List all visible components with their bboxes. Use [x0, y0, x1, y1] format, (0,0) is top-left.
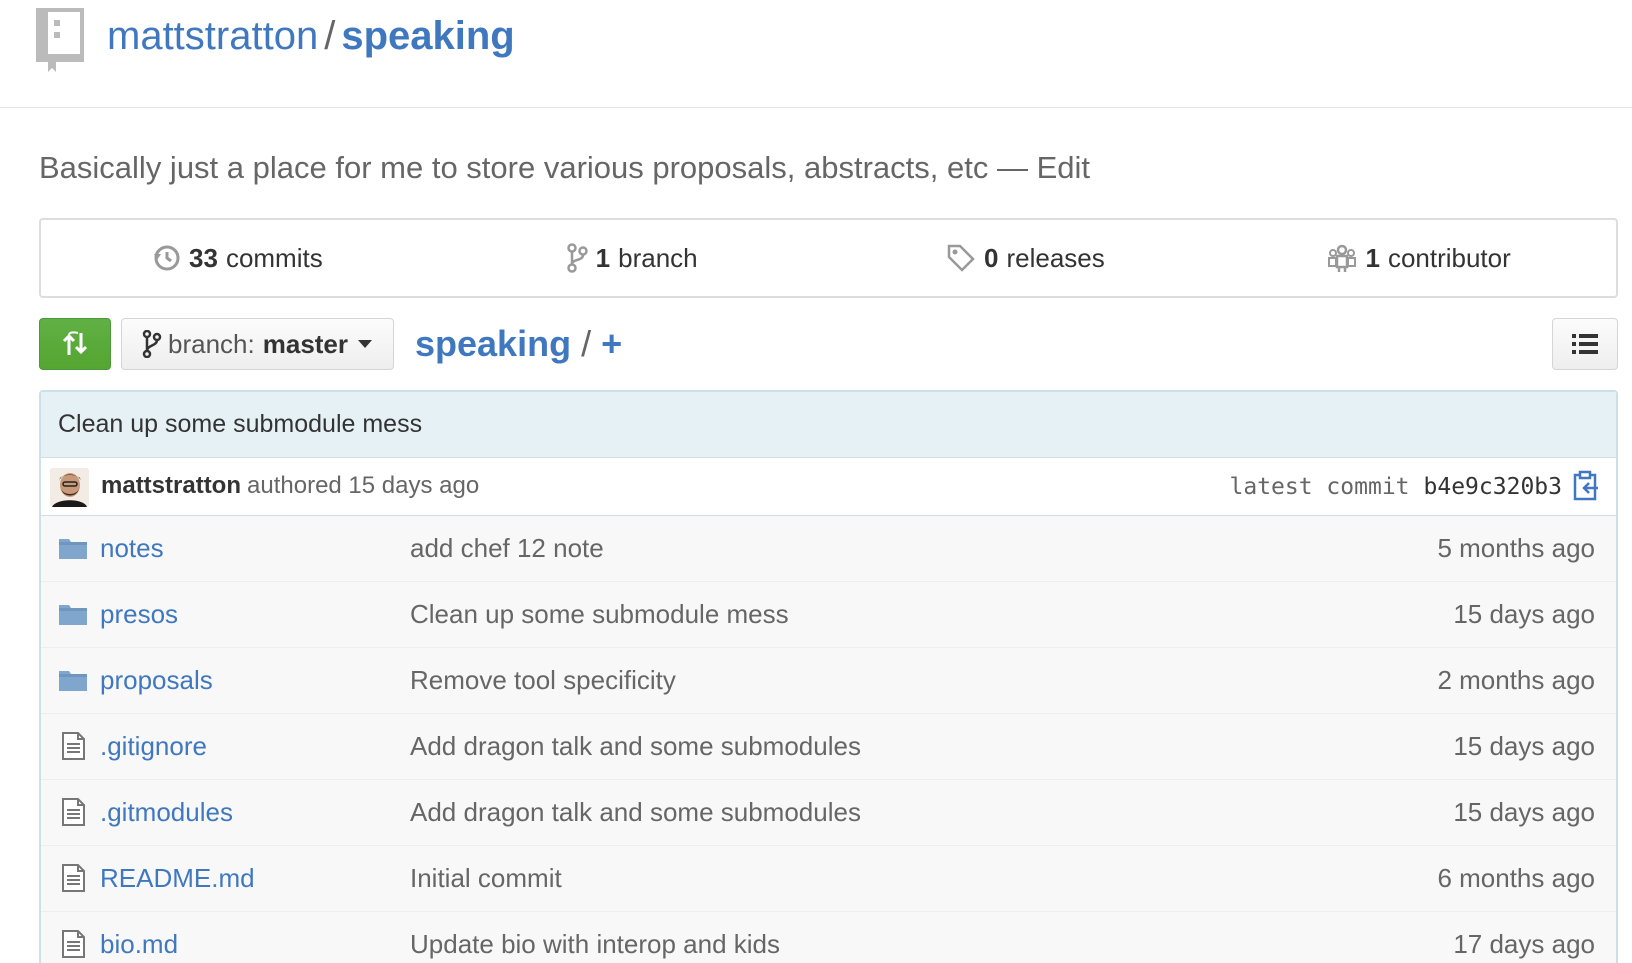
chevron-down-icon [358, 340, 373, 348]
repo-header: mattstratton / speaking [0, 0, 1632, 108]
file-commit-message-link[interactable]: Initial commit [410, 863, 562, 894]
folder-icon [59, 605, 87, 625]
list-icon [1572, 334, 1598, 354]
avatar-image [50, 468, 89, 507]
file-name-link[interactable]: .gitmodules [100, 797, 233, 828]
file-table: Clean up some submodule mess mattstratto… [39, 390, 1618, 963]
file-text-icon [62, 930, 85, 958]
new-file-link[interactable]: + [601, 323, 622, 364]
file-name-link[interactable]: bio.md [100, 929, 178, 960]
repo-owner-link[interactable]: mattstratton [107, 14, 318, 58]
latest-commit-meta: mattstratton authored 15 days ago latest … [41, 458, 1616, 516]
repo-name-link[interactable]: speaking [341, 14, 514, 58]
file-commit-message-link[interactable]: Clean up some submodule mess [410, 599, 789, 630]
contributors-label: contributor [1387, 242, 1511, 273]
breadcrumb-root-link[interactable]: speaking [415, 323, 571, 364]
contributors-stat[interactable]: 1 contributor [1222, 220, 1616, 296]
folder-icon [59, 671, 87, 691]
table-row: .gitignore Add dragon talk and some submo… [41, 714, 1616, 780]
branches-count: 1 [595, 242, 611, 273]
commits-count: 33 [189, 242, 218, 273]
file-name-link[interactable]: proposals [100, 665, 213, 696]
file-list: notes add chef 12 note 5 months ago presos C… [41, 516, 1616, 963]
file-name-link[interactable]: README.md [100, 863, 255, 894]
file-age: 5 months ago [1437, 533, 1595, 563]
folder-icon [59, 539, 87, 559]
clipboard-icon[interactable] [1572, 470, 1600, 502]
repo-icon [36, 8, 84, 72]
table-row: bio.md Update bio with interop and kids 17… [41, 912, 1616, 963]
commits-label: commits [225, 242, 323, 273]
file-age: 2 months ago [1437, 665, 1595, 695]
current-branch-name: master [262, 328, 349, 359]
file-text-icon [62, 864, 85, 892]
releases-stat[interactable]: 0 releases [829, 220, 1223, 296]
avatar[interactable] [50, 468, 89, 507]
contributors-count: 1 [1365, 242, 1380, 273]
file-age: 15 days ago [1453, 599, 1595, 629]
table-row: notes add chef 12 note 5 months ago [41, 516, 1616, 582]
file-text-icon [62, 798, 85, 826]
tag-icon [947, 244, 975, 272]
repo-title: mattstratton / speaking [107, 12, 515, 60]
file-commit-message-link[interactable]: add chef 12 note [410, 533, 604, 564]
latest-commit-label: latest commit [1229, 474, 1410, 500]
releases-label: releases [1006, 242, 1105, 273]
table-row: README.md Initial commit 6 months ago [41, 846, 1616, 912]
file-commit-message-link[interactable]: Add dragon talk and some submodules [410, 731, 861, 762]
repo-stats-bar: 33 commits 1 branch 0 releases 1 contrib… [39, 218, 1618, 298]
breadcrumb: speaking / + [415, 320, 622, 368]
file-navigation-toolbar: branch: master speaking / + [39, 318, 1618, 372]
file-commit-message-link[interactable]: Remove tool specificity [410, 665, 676, 696]
commit-author-link[interactable]: mattstratton [101, 472, 241, 499]
history-icon [154, 245, 180, 271]
git-branch-icon [142, 330, 162, 358]
list-view-button[interactable] [1552, 318, 1618, 370]
organization-icon [1328, 244, 1357, 272]
file-name-link[interactable]: .gitignore [100, 731, 207, 762]
file-commit-message-link[interactable]: Update bio with interop and kids [410, 929, 780, 960]
compare-button[interactable] [39, 318, 111, 370]
branches-label: branch [618, 242, 698, 273]
commit-sha-link[interactable]: b4e9c320b3 [1424, 474, 1562, 500]
latest-commit-message[interactable]: Clean up some submodule mess [58, 410, 422, 439]
table-row: .gitmodules Add dragon talk and some subm… [41, 780, 1616, 846]
table-row: proposals Remove tool specificity 2 months… [41, 648, 1616, 714]
git-branch-icon [566, 243, 588, 273]
file-commit-message-link[interactable]: Add dragon talk and some submodules [410, 797, 861, 828]
branch-select-button[interactable]: branch: master [121, 318, 394, 370]
branches-stat[interactable]: 1 branch [435, 220, 829, 296]
edit-description-link[interactable]: Edit [1037, 150, 1090, 185]
commits-stat[interactable]: 33 commits [41, 220, 435, 296]
breadcrumb-separator: / [581, 323, 592, 364]
file-name-link[interactable]: presos [100, 599, 178, 630]
branch-prefix-label: branch: [168, 328, 255, 359]
file-age: 6 months ago [1437, 863, 1595, 893]
file-age: 17 days ago [1453, 929, 1595, 959]
file-age: 15 days ago [1453, 731, 1595, 761]
file-name-link[interactable]: notes [100, 533, 164, 564]
repo-title-separator: / [324, 14, 336, 58]
repo-description-text: Basically just a place for me to store v… [39, 150, 989, 185]
commit-authored-time: authored 15 days ago [247, 472, 480, 499]
table-row: presos Clean up some submodule mess 15 day… [41, 582, 1616, 648]
repo-description: Basically just a place for me to store v… [39, 148, 1090, 188]
releases-count: 0 [984, 242, 999, 273]
description-dash: — [997, 150, 1028, 185]
latest-commit-info: latest commit b4e9c320b3 [1230, 474, 1563, 500]
file-text-icon [62, 732, 85, 760]
latest-commit-bar: Clean up some submodule mess [41, 392, 1616, 458]
compare-icon [62, 331, 88, 355]
file-age: 15 days ago [1453, 797, 1595, 827]
commit-author-line: mattstratton authored 15 days ago [101, 472, 479, 500]
